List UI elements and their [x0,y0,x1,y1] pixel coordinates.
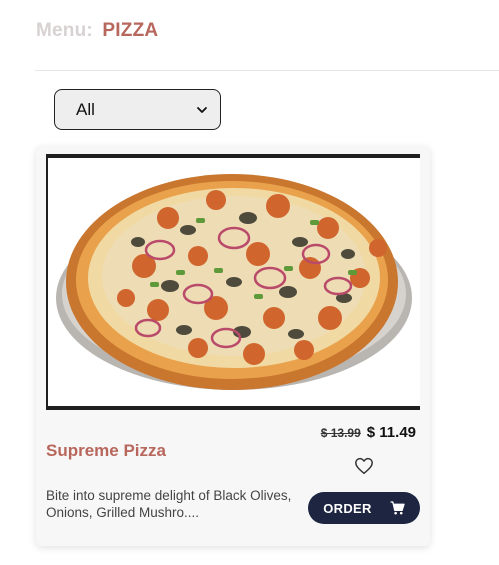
product-image [46,154,420,410]
menu-header: Menu: PIZZA [36,20,158,42]
filter-selected-value: All [76,99,95,119]
heart-outline-icon[interactable] [354,457,374,475]
price-group: $ 13.99 $ 11.49 [321,424,416,441]
product-description: Bite into supreme delight of Black Olive… [46,488,292,520]
cart-icon [390,501,405,515]
chevron-down-icon [197,106,207,113]
category-filter-select[interactable]: All [54,89,221,130]
menu-prefix: Menu: [36,20,93,41]
order-label: ORDER [323,500,372,516]
menu-category: PIZZA [102,20,159,41]
header-divider [35,70,499,71]
product-title: Supreme Pizza [46,441,166,460]
new-price: $ 11.49 [366,424,416,441]
old-price: $ 13.99 [320,426,361,440]
product-card: $ 13.99 $ 11.49 Supreme Pizza Bite into … [36,146,430,546]
order-button[interactable]: ORDER [308,492,420,524]
